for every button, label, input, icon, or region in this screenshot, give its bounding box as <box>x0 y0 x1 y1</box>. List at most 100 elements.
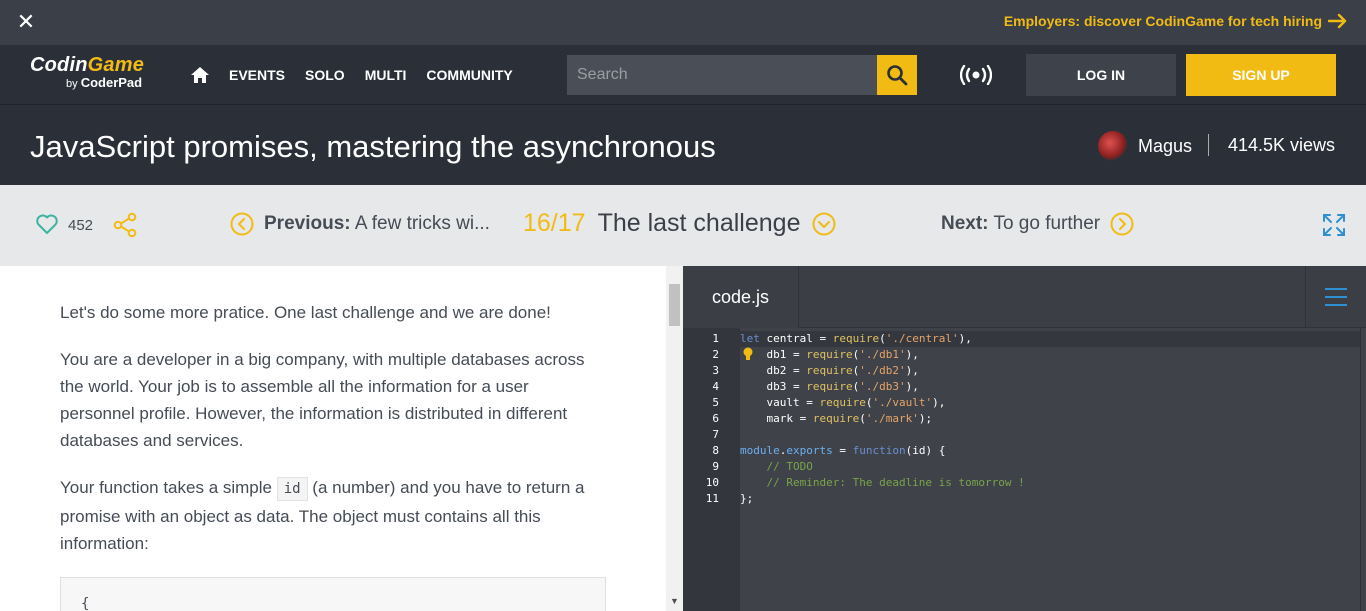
code-text: vault = <box>766 396 820 409</box>
code-block-text: { <box>81 596 90 611</box>
code-string: './db2' <box>859 364 906 377</box>
nav-solo[interactable]: SOLO <box>305 67 345 83</box>
code-punct: ), <box>932 396 946 409</box>
hamburger-menu-icon <box>1325 288 1347 306</box>
logo-by: by <box>66 78 78 90</box>
code-line: db3 = require('./db3'), <box>740 379 919 395</box>
chapter-navigation: 452 Previous: A few tricks wi... 16/17 T… <box>0 185 1366 266</box>
search-button[interactable] <box>877 55 917 95</box>
current-chapter-title[interactable]: The last challenge <box>598 209 801 238</box>
scroll-down-arrow-icon[interactable]: ▼ <box>670 597 679 606</box>
signup-button[interactable]: SIGN UP <box>1186 54 1336 96</box>
chapter-position: 16/17 <box>523 209 586 237</box>
chevron-right-circle-icon <box>1110 212 1134 236</box>
line-number: 11 <box>705 492 719 505</box>
code-block: { <box>60 577 606 611</box>
paragraph-task: Your function takes a simple id (a numbe… <box>60 474 605 557</box>
code-line: // TODO <box>740 459 812 475</box>
code-args: (id) { <box>905 444 946 457</box>
author-link[interactable]: Magus <box>1098 131 1192 161</box>
print-margin-line <box>1360 328 1361 611</box>
arrow-right-icon <box>1328 13 1347 29</box>
nav-community[interactable]: COMMUNITY <box>426 67 512 83</box>
scrollbar-thumb[interactable] <box>669 284 680 326</box>
lesson-content: Let's do some more pratice. One last cha… <box>0 266 666 611</box>
code-module: module <box>740 444 780 457</box>
code-keyword: let <box>740 332 760 345</box>
previous-label: Previous: <box>264 213 351 234</box>
code-property: exports <box>786 444 833 457</box>
previous-chapter-link[interactable]: Previous: A few tricks wi... <box>230 212 490 236</box>
next-chapter-link[interactable]: Next: To go further <box>941 212 1134 236</box>
code-text: db1 = <box>766 348 807 361</box>
code-operator: = <box>832 444 853 457</box>
code-line: let central = require('./central'), <box>740 332 972 345</box>
code-string: './vault' <box>872 396 933 409</box>
tab-code-js[interactable]: code.js <box>683 266 799 328</box>
line-number: 3 <box>712 364 719 377</box>
code-string: './db1' <box>859 348 906 361</box>
code-line: }; <box>740 491 753 507</box>
code-keyword: function <box>852 444 906 457</box>
paragraph-context: You are a developer in a big company, wi… <box>60 350 585 450</box>
code-line: db2 = require('./db2'), <box>740 363 919 379</box>
code-text: db3 = <box>766 380 807 393</box>
nav-multi[interactable]: MULTI <box>365 67 407 83</box>
code-function: require <box>812 412 860 425</box>
code-text: db2 = <box>766 364 807 377</box>
fullscreen-icon[interactable] <box>1321 212 1347 238</box>
code-line: mark = require('./mark'); <box>740 411 933 427</box>
editor-menu-button[interactable] <box>1305 266 1366 328</box>
article-scrollbar[interactable]: ▼ <box>666 266 683 611</box>
promo-bar: ✕ Employers: discover CodinGame for tech… <box>0 0 1366 45</box>
code-string: './mark' <box>865 412 919 425</box>
employers-promo-text: Employers: discover CodinGame for tech h… <box>1003 13 1322 29</box>
next-label: Next: <box>941 213 989 234</box>
task-text-before: Your function takes a simple <box>60 478 277 497</box>
employers-promo-link[interactable]: Employers: discover CodinGame for tech h… <box>1004 13 1348 29</box>
search-input[interactable] <box>567 55 877 95</box>
code-function: require <box>806 364 853 377</box>
login-button[interactable]: LOG IN <box>1026 54 1176 96</box>
chevron-down-circle-icon[interactable] <box>812 212 836 236</box>
close-icon[interactable]: ✕ <box>16 11 36 33</box>
chevron-left-circle-icon <box>230 212 254 236</box>
line-number: 8 <box>712 444 719 457</box>
home-icon[interactable] <box>190 65 210 85</box>
line-number: 2 <box>712 348 719 361</box>
page-title: JavaScript promises, mastering the async… <box>30 129 716 164</box>
next-title: To go further <box>993 213 1101 234</box>
line-number: 9 <box>712 460 719 473</box>
code-function: require <box>832 332 880 345</box>
logo-coderpad: CoderPad <box>80 75 143 90</box>
playground-header: JavaScript promises, mastering the async… <box>0 105 1366 185</box>
code-line: // Reminder: The deadline is tomorrow ! <box>740 475 1024 491</box>
inline-code-id: id <box>276 477 308 501</box>
code-text-area[interactable]: let central = require('./central'), db1 … <box>740 328 1366 611</box>
code-line: vault = require('./vault'), <box>740 395 946 411</box>
line-number: 6 <box>712 412 719 425</box>
paragraph-intro: Let's do some more pratice. One last cha… <box>60 303 551 322</box>
code-punct: ), <box>905 348 919 361</box>
line-number-gutter: 1 2 3 4 5 6 7 8 9 10 11 <box>683 328 740 611</box>
editor-tabbar: code.js <box>683 266 1366 328</box>
avatar <box>1098 131 1128 161</box>
heart-icon[interactable] <box>35 212 59 236</box>
line-number: 5 <box>712 396 719 409</box>
code-function: require <box>806 348 853 361</box>
code-line: db1 = require('./db1'), <box>740 347 919 363</box>
live-broadcast-icon[interactable] <box>960 65 992 85</box>
codingame-logo[interactable]: CodinGame by CoderPad <box>30 54 162 96</box>
code-line: module.exports = function(id) { <box>740 443 945 459</box>
nav-events[interactable]: EVENTS <box>229 67 285 83</box>
share-icon[interactable] <box>112 212 138 238</box>
code-function: require <box>806 380 853 393</box>
code-punct: ), <box>958 332 972 345</box>
code-punct: ); <box>918 412 933 425</box>
code-editor: code.js 1 2 3 4 5 6 7 8 9 10 11 let cent… <box>683 266 1366 611</box>
line-number: 10 <box>705 476 719 489</box>
divider <box>1208 134 1209 156</box>
